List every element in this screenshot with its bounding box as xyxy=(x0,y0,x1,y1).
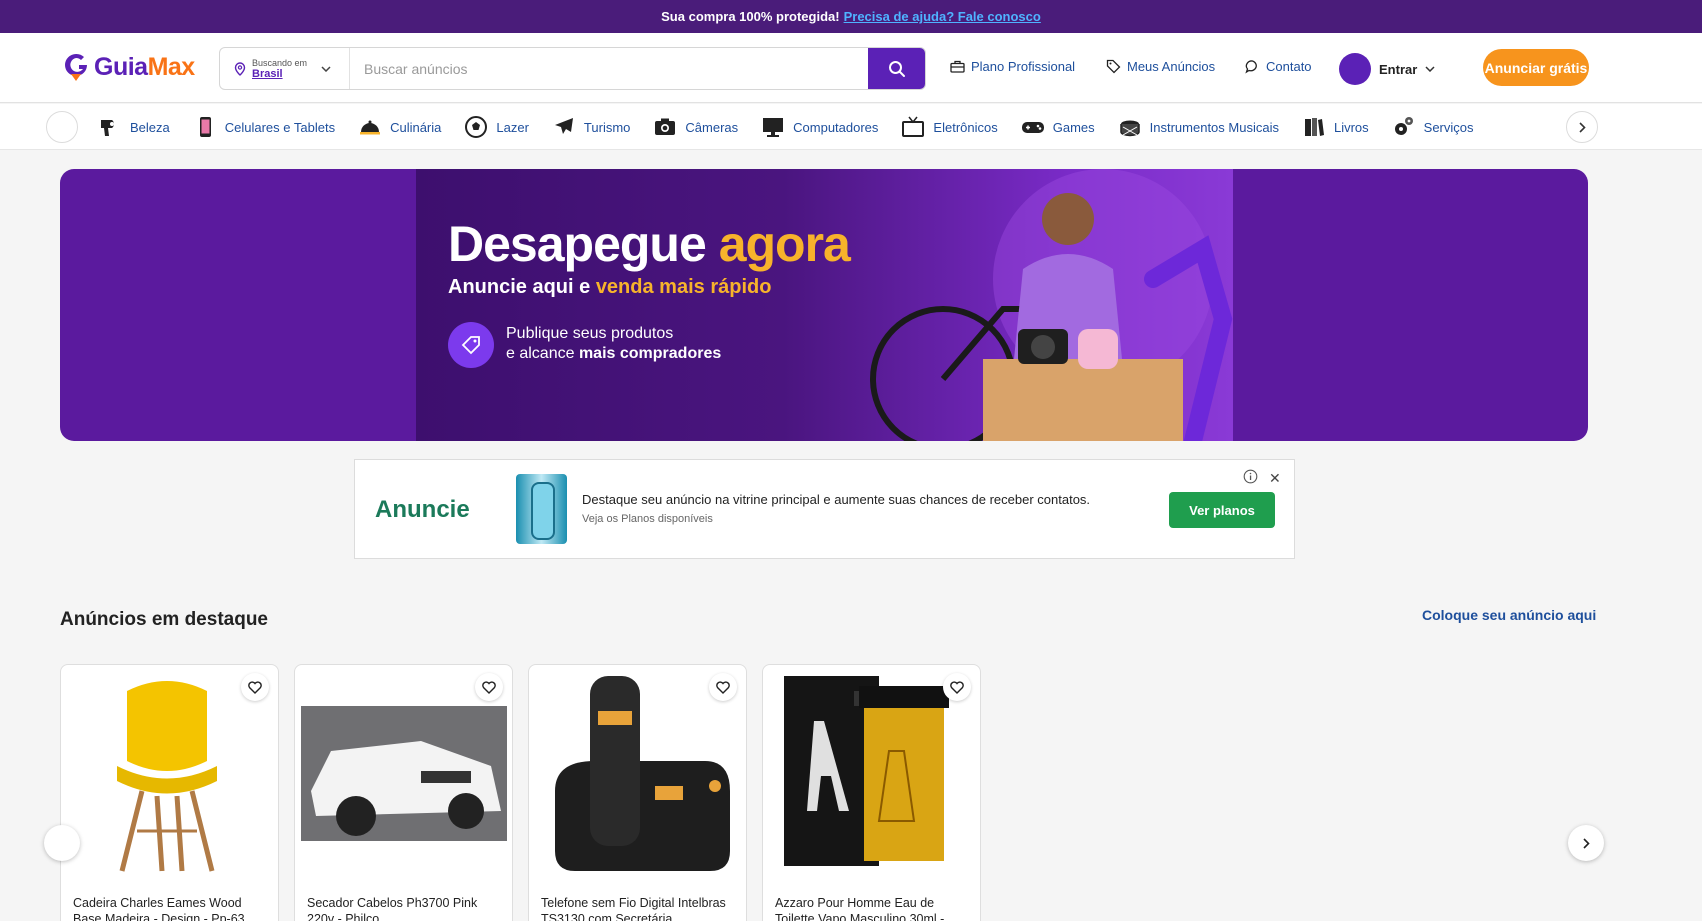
product-card[interactable]: Azzaro Pour Homme Eau de Toilette Vapo M… xyxy=(762,664,981,921)
see-plans-button[interactable]: Ver planos xyxy=(1169,492,1275,528)
location-selector[interactable]: Buscando em Brasil xyxy=(220,48,350,89)
category-eletronicos[interactable]: Eletrônicos xyxy=(901,115,998,139)
search-icon xyxy=(888,60,905,77)
category-beleza[interactable]: Beleza xyxy=(98,115,170,139)
favorite-button[interactable] xyxy=(475,673,503,701)
location-value: Brasil xyxy=(252,67,283,80)
carousel-next-button[interactable] xyxy=(1568,825,1604,861)
tv-icon xyxy=(902,116,925,137)
top-announcement-bar: Sua compra 100% protegida! Precisa de aj… xyxy=(0,0,1702,33)
protection-text: Sua compra 100% protegida! xyxy=(661,9,840,24)
featured-title: Anúncios em destaque xyxy=(60,609,268,630)
drum-icon xyxy=(1119,120,1140,137)
heart-icon xyxy=(482,680,496,694)
chevron-down-icon xyxy=(1425,66,1435,72)
logo-text: GuiaMax xyxy=(94,52,195,81)
chevron-right-icon xyxy=(1578,121,1586,133)
heart-icon xyxy=(716,680,730,694)
category-scroll-left-button[interactable] xyxy=(46,111,78,143)
category-celulares[interactable]: Celulares e Tablets xyxy=(193,115,335,139)
product-image-chair xyxy=(67,671,273,877)
category-lazer[interactable]: Lazer xyxy=(464,115,529,139)
login-menu[interactable]: Entrar xyxy=(1339,53,1435,85)
chevron-down-icon xyxy=(321,65,331,72)
close-icon[interactable]: ✕ xyxy=(1269,470,1281,487)
heart-icon xyxy=(950,680,964,694)
ball-icon xyxy=(465,116,488,138)
favorite-button[interactable] xyxy=(241,673,269,701)
monitor-icon xyxy=(763,118,784,137)
my-ads-label: Meus Anúncios xyxy=(1127,59,1216,74)
favorite-button[interactable] xyxy=(943,673,971,701)
ad-text: Destaque seu anúncio na vitrine principa… xyxy=(582,492,1091,507)
search-bar: Buscando em Brasil xyxy=(219,47,926,90)
site-logo[interactable]: GuiaMax xyxy=(62,50,195,84)
chat-bubble-icon xyxy=(1245,60,1257,74)
product-card[interactable]: Secador Cabelos Ph3700 Pink 220v - Philc… xyxy=(294,664,513,921)
avatar xyxy=(1339,53,1371,85)
category-servicos[interactable]: Serviços xyxy=(1392,115,1474,139)
my-ads-link[interactable]: Meus Anúncios xyxy=(1106,59,1215,74)
help-link[interactable]: Precisa de ajuda? Fale conosco xyxy=(844,9,1041,24)
ad-image[interactable] xyxy=(516,474,567,544)
product-title: Cadeira Charles Eames Wood Base Madeira … xyxy=(73,896,245,921)
hero-banner-content: Desapegue agora Anuncie aqui e venda mai… xyxy=(416,169,1233,441)
airplane-icon xyxy=(554,118,573,134)
banner-illustration xyxy=(870,169,1233,441)
search-button[interactable] xyxy=(868,48,925,89)
search-input[interactable] xyxy=(350,48,868,89)
category-instrumentos[interactable]: Instrumentos Musicais xyxy=(1118,115,1279,139)
category-bar: Beleza Celulares e Tablets Culinária Laz… xyxy=(0,104,1702,150)
info-icon[interactable] xyxy=(1243,469,1258,484)
professional-plan-label: Plano Profissional xyxy=(971,59,1076,74)
cloche-icon xyxy=(360,120,381,135)
gamepad-icon xyxy=(1021,122,1044,133)
briefcase-icon xyxy=(950,60,965,73)
product-image-perfume xyxy=(769,671,975,877)
books-icon xyxy=(1304,118,1324,136)
post-free-ad-button[interactable]: Anunciar grátis xyxy=(1483,49,1589,86)
logo-pin-icon xyxy=(65,53,87,81)
camera-icon xyxy=(655,118,676,135)
hero-banner[interactable]: Desapegue agora Anuncie aqui e venda mai… xyxy=(60,169,1588,441)
category-computadores[interactable]: Computadores xyxy=(761,115,878,139)
product-title: Azzaro Pour Homme Eau de Toilette Vapo M… xyxy=(775,896,945,921)
login-label: Entrar xyxy=(1379,61,1418,77)
product-card[interactable]: Telefone sem Fio Digital Intelbras TS313… xyxy=(528,664,747,921)
phone-icon xyxy=(199,117,211,137)
category-games[interactable]: Games xyxy=(1021,115,1095,139)
heart-icon xyxy=(248,680,262,694)
banner-note: Publique seus produtos e alcance mais co… xyxy=(506,325,722,362)
category-culinaria[interactable]: Culinária xyxy=(358,115,441,139)
carousel-prev-button[interactable] xyxy=(44,825,80,861)
tag-icon xyxy=(1106,59,1121,74)
category-turismo[interactable]: Turismo xyxy=(552,115,630,139)
chevron-right-icon xyxy=(1582,837,1590,849)
location-pin-icon xyxy=(234,61,246,76)
category-scroll-right-button[interactable] xyxy=(1566,111,1598,143)
banner-subtitle: Anuncie aqui e venda mais rápido xyxy=(448,276,772,298)
site-header: GuiaMax Buscando em Brasil Plano Profiss… xyxy=(0,33,1702,103)
product-image-car xyxy=(301,671,507,877)
contact-label: Contato xyxy=(1266,59,1312,74)
banner-title: Desapegue agora xyxy=(448,216,851,272)
advertisement: Anuncie Destaque seu anúncio na vitrine … xyxy=(354,459,1295,559)
ad-subtext: Veja os Planos disponíveis xyxy=(582,513,713,525)
ad-brand[interactable]: Anuncie xyxy=(375,496,470,524)
gears-icon xyxy=(1394,117,1413,135)
product-title: Secador Cabelos Ph3700 Pink 220v - Philc… xyxy=(307,896,478,921)
category-livros[interactable]: Livros xyxy=(1302,115,1369,139)
location-label: Buscando em xyxy=(252,57,308,68)
professional-plan-link[interactable]: Plano Profissional xyxy=(950,59,1075,74)
category-cameras[interactable]: Câmeras xyxy=(653,115,738,139)
product-card[interactable]: Cadeira Charles Eames Wood Base Madeira … xyxy=(60,664,279,921)
category-list: Beleza Celulares e Tablets Culinária Laz… xyxy=(98,104,1497,150)
post-your-ad-link[interactable]: Coloque seu anúncio aqui xyxy=(1422,607,1596,623)
contact-link[interactable]: Contato xyxy=(1245,59,1312,74)
product-title: Telefone sem Fio Digital Intelbras TS313… xyxy=(541,896,726,921)
hairdryer-icon xyxy=(101,120,114,136)
favorite-button[interactable] xyxy=(709,673,737,701)
price-tag-icon xyxy=(448,322,494,368)
product-image-phone xyxy=(535,671,741,877)
